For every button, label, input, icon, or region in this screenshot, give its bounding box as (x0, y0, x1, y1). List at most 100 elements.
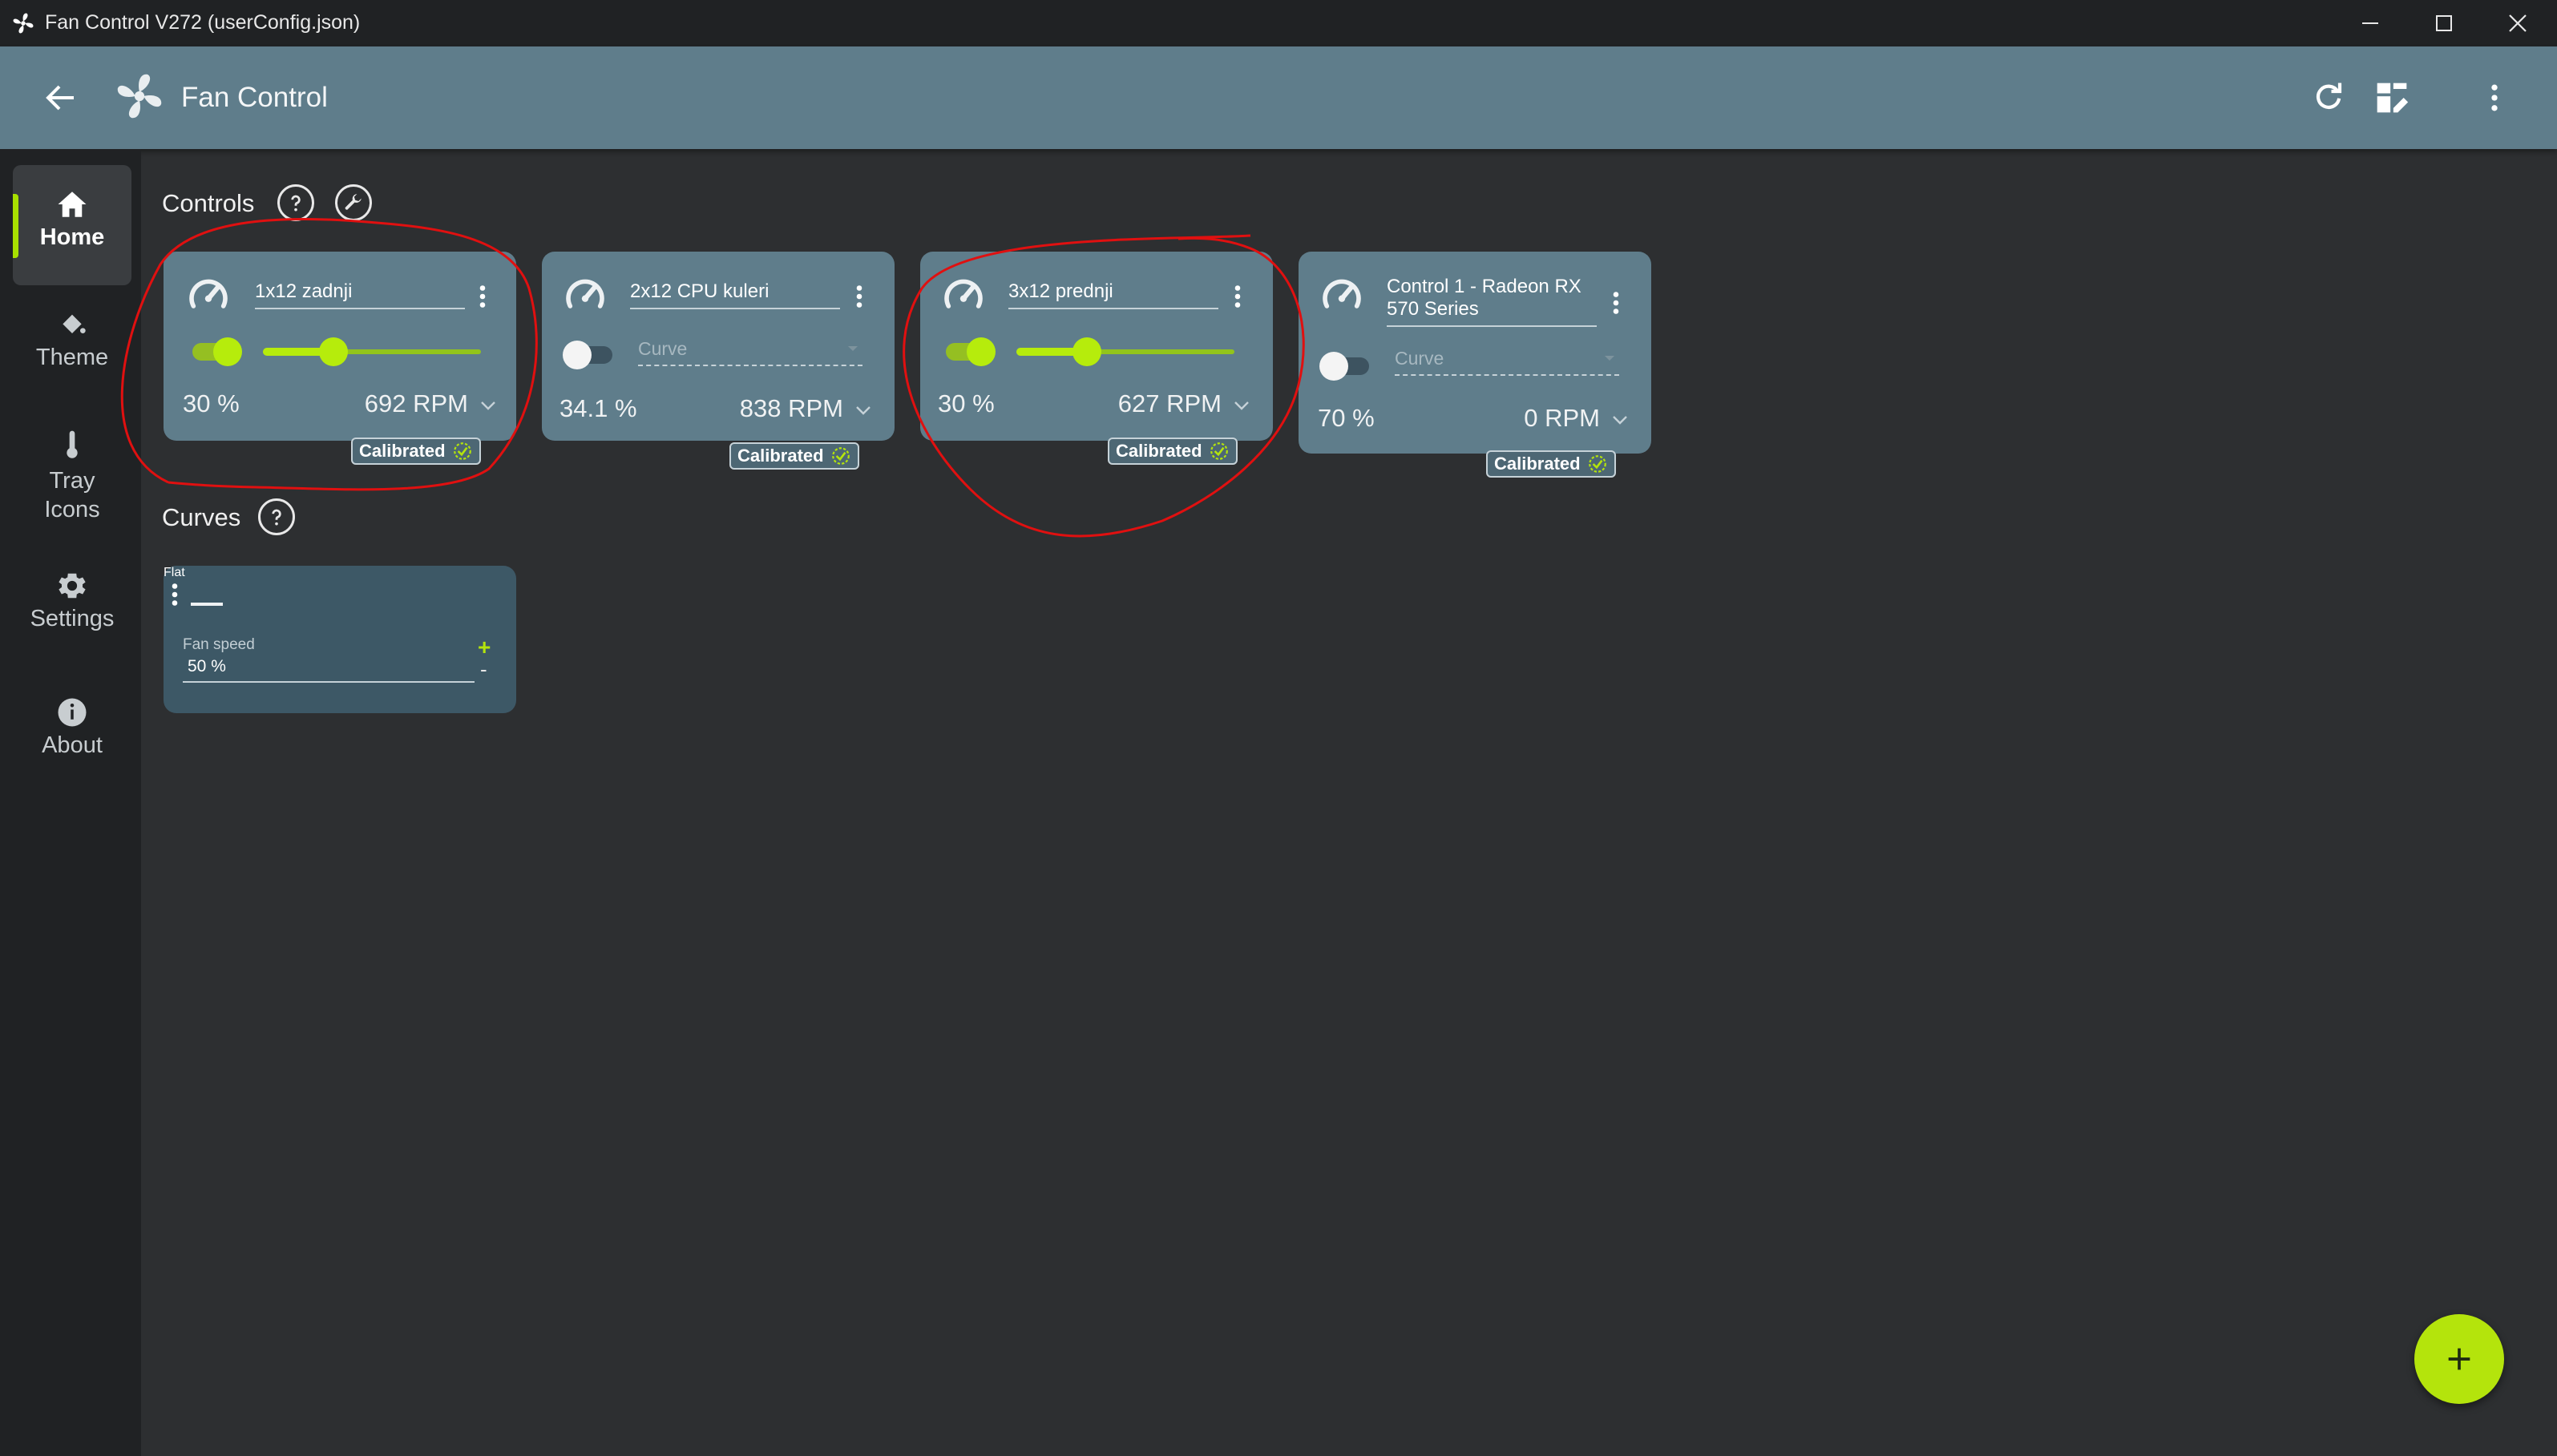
curve-card: Flat Fan speed 50 % + - (164, 566, 516, 713)
check-circle-icon (1588, 455, 1606, 473)
expand-button[interactable] (476, 396, 500, 415)
maximize-icon (2436, 15, 2452, 31)
calibrated-label: Calibrated (359, 441, 446, 461)
control-name-line2: 570 Series (1387, 298, 1479, 320)
control-enable-toggle[interactable] (563, 341, 612, 369)
nav-item-about[interactable]: About (13, 696, 131, 759)
dashboard-edit-icon (2377, 83, 2409, 113)
fan-speed-label: Fan speed (183, 636, 255, 653)
nav-label-theme: Theme (35, 345, 109, 370)
control-enable-toggle[interactable] (192, 337, 242, 366)
nav-item-settings[interactable]: Settings (13, 569, 131, 632)
control-name-field[interactable]: Control 1 - Radeon RX 570 Series (1387, 276, 1597, 327)
nav-item-theme[interactable]: Theme (13, 309, 131, 371)
window-titlebar: Fan Control V272 (userConfig.json) (0, 0, 2557, 46)
chevron-down-icon (1234, 401, 1249, 410)
control-card: Control 1 - Radeon RX 570 Series Curve 7… (1299, 252, 1651, 454)
nav-label-settings: Settings (30, 606, 115, 631)
calibrated-badge: Calibrated (1108, 438, 1238, 465)
fan-speed-input[interactable]: 50 % (183, 657, 475, 683)
control-card: 1x12 zadnji 30 % 692 RPM (164, 252, 516, 441)
control-rpm: 0 RPM (1524, 404, 1600, 432)
dropdown-arrow-icon (848, 346, 858, 351)
fan-logo-icon (114, 71, 165, 122)
control-name-field[interactable]: 3x12 prednji (1008, 280, 1218, 309)
app-header: Fan Control (0, 46, 2557, 149)
control-card: 2x12 CPU kuleri Curve 34.1 % 838 RPM (542, 252, 895, 441)
paint-bucket-icon (63, 314, 86, 333)
more-vert-icon (856, 285, 862, 308)
wrench-icon (345, 194, 362, 210)
control-percent: 30 % (183, 389, 240, 417)
nav-item-home[interactable]: Home (13, 165, 131, 285)
expand-button[interactable] (851, 401, 875, 420)
chevron-down-icon (1613, 416, 1627, 425)
control-menu-button[interactable] (1605, 288, 1627, 317)
check-circle-icon (1210, 442, 1228, 460)
close-button[interactable] (2480, 0, 2555, 46)
refresh-button[interactable] (2312, 80, 2345, 114)
back-button[interactable] (42, 79, 80, 117)
control-enable-toggle[interactable] (946, 337, 996, 366)
control-name-field[interactable]: 2x12 CPU kuleri (630, 280, 840, 309)
slider-thumb[interactable] (1072, 337, 1101, 366)
calibrated-label: Calibrated (1494, 454, 1581, 474)
chevron-down-icon (856, 406, 871, 415)
control-card: 3x12 prednji 30 % 627 RPM (920, 252, 1273, 441)
controls-help-button[interactable] (277, 184, 314, 221)
help-icon (291, 195, 301, 212)
back-arrow-icon (46, 85, 74, 111)
curve-select[interactable]: Curve (1395, 348, 1619, 376)
control-menu-button[interactable] (1226, 282, 1249, 311)
expand-button[interactable] (1608, 410, 1632, 430)
control-percent: 70 % (1318, 404, 1375, 432)
nav-label-about: About (42, 732, 103, 758)
more-vert-icon (172, 583, 178, 606)
more-vert-icon (479, 285, 486, 308)
control-rpm: 838 RPM (739, 394, 843, 422)
more-options-button[interactable] (2477, 80, 2512, 115)
active-indicator (13, 194, 18, 258)
nav-label-tray: Tray (49, 468, 95, 494)
controls-tools-button[interactable] (335, 184, 372, 221)
nav-label-home: Home (39, 224, 105, 250)
plus-icon (2448, 1348, 2470, 1370)
control-speed-slider[interactable] (1016, 337, 1234, 366)
edit-dashboard-button[interactable] (2374, 80, 2410, 115)
curve-name-field[interactable]: Flat (164, 566, 185, 579)
slider-thumb[interactable] (319, 337, 348, 366)
minimize-button[interactable] (2333, 0, 2408, 46)
nav-label-icons: Icons (44, 497, 100, 522)
control-menu-button[interactable] (471, 282, 494, 311)
control-percent: 34.1 % (559, 394, 637, 422)
maximize-button[interactable] (2406, 0, 2482, 46)
fan-app-icon (11, 11, 35, 35)
expand-button[interactable] (1230, 396, 1254, 415)
thermometer-icon (67, 430, 78, 458)
gear-icon (59, 573, 86, 599)
control-speed-slider[interactable] (263, 337, 481, 366)
curve-select[interactable]: Curve (638, 338, 862, 366)
control-enable-toggle[interactable] (1319, 352, 1369, 381)
curves-help-button[interactable] (258, 498, 295, 535)
main-content: Controls 1x12 zadnji 30 % 692 RPM Calibr… (143, 157, 2551, 1453)
side-navigation: Home Theme Tray Icons Settings About (0, 149, 141, 1456)
toggle-knob (1319, 352, 1348, 381)
window-title: Fan Control V272 (userConfig.json) (45, 11, 361, 34)
decrease-button[interactable]: - (480, 657, 487, 682)
speedometer-icon (186, 272, 231, 317)
add-button[interactable] (2414, 1314, 2504, 1404)
control-rpm: 692 RPM (364, 389, 468, 417)
calibrated-badge: Calibrated (729, 442, 859, 470)
refresh-icon (2316, 83, 2342, 109)
home-icon (58, 192, 87, 217)
minimize-icon (2362, 22, 2378, 24)
nav-item-tray-icons[interactable]: Tray Icons (13, 428, 131, 524)
control-name-field[interactable]: 1x12 zadnji (255, 280, 465, 309)
more-vert-icon (1234, 285, 1241, 308)
close-icon (2509, 14, 2527, 32)
more-vert-icon (1613, 292, 1619, 314)
control-name-line1: Control 1 - Radeon RX (1387, 276, 1581, 297)
control-menu-button[interactable] (848, 282, 871, 311)
toggle-knob (967, 337, 996, 366)
